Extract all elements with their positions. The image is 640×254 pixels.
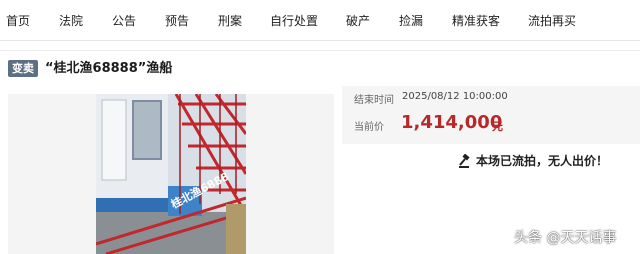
nav-item-bargain[interactable]: 捡漏 [399, 12, 423, 29]
watermark: 头条 @天天话事 [514, 230, 617, 246]
price-unit: 元 [492, 120, 503, 133]
lot-title[interactable]: “桂北渔68888”渔船 [45, 60, 172, 77]
nav-item-court[interactable]: 法院 [59, 12, 83, 29]
nav-item-announcement[interactable]: 公告 [112, 12, 136, 29]
photo-panel: 桂北渔6888 [8, 94, 334, 254]
gavel-icon [458, 153, 472, 168]
unsold-status: 本场已流拍，无人出价！ [476, 154, 609, 168]
top-nav: 首页 法院 公告 预告 刑案 自行处置 破产 捡漏 精准获客 流拍再买 [0, 0, 640, 41]
nav-item-precise-leads[interactable]: 精准获客 [452, 12, 500, 29]
nav-item-resale[interactable]: 流拍再买 [528, 12, 576, 29]
vessel-photo[interactable]: 桂北渔6888 [96, 94, 246, 254]
nav-item-preview[interactable]: 预告 [165, 12, 189, 29]
current-price-label: 当前价 [354, 122, 384, 133]
current-price-value: 1,414,000 [401, 112, 503, 133]
end-time-label: 结束时间 [354, 95, 394, 106]
end-time-value: 2025/08/12 10:00:00 [402, 91, 508, 102]
nav-item-self-disposal[interactable]: 自行处置 [270, 12, 318, 29]
sale-type-badge: 变卖 [8, 60, 38, 77]
nav-item-bankruptcy[interactable]: 破产 [346, 12, 370, 29]
nav-item-criminal[interactable]: 刑案 [218, 12, 242, 29]
nav-item-home[interactable]: 首页 [6, 12, 30, 29]
auction-info-panel: 结束时间 2025/08/12 10:00:00 当前价 1,414,000 元 [342, 86, 640, 144]
divider [0, 50, 640, 51]
